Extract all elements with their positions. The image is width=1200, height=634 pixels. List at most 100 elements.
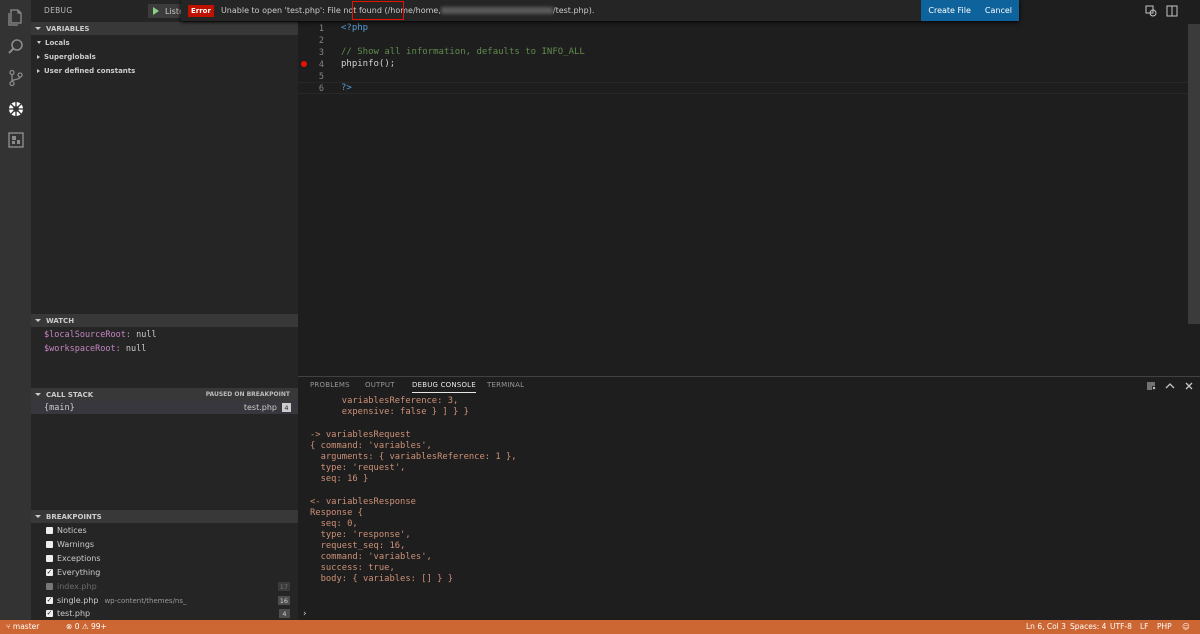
redacted-path (440, 7, 553, 14)
error-notification: Error Unable to open 'test.php': File no… (181, 0, 1019, 21)
checkbox[interactable] (46, 541, 53, 548)
clear-console-icon[interactable] (1146, 381, 1156, 391)
debug-sidebar: DEBUG Liste VARIABLES Locals Superglobal… (31, 0, 298, 620)
maximize-panel-icon[interactable] (1165, 381, 1175, 391)
line-badge: 4 (279, 609, 290, 618)
breakpoint-exceptions[interactable]: Exceptions (46, 552, 296, 565)
call-stack-section-header[interactable]: CALL STACK PAUSED ON BREAKPOINT (31, 388, 298, 401)
close-panel-icon[interactable] (1184, 381, 1194, 391)
bottom-panel: PROBLEMS OUTPUT DEBUG CONSOLE TERMINAL v… (298, 376, 1200, 620)
debug-icon[interactable] (0, 94, 31, 124)
cancel-button[interactable]: Cancel (978, 6, 1019, 15)
code-line: // Show all information, defaults to INF… (341, 47, 585, 57)
breakpoint-single-php[interactable]: single.php wp-content/themes/ns_ 16 (46, 594, 296, 607)
breakpoint-everything[interactable]: Everything (46, 566, 296, 579)
breakpoint-dot-icon[interactable] (301, 61, 307, 67)
indentation[interactable]: Spaces: 4 (1070, 622, 1106, 631)
code-editor[interactable]: 1 2 3 4 5 6 <?php // Show all informatio… (298, 0, 1200, 376)
cursor-position[interactable]: Ln 6, Col 3 (1026, 622, 1066, 631)
watch-section-header[interactable]: WATCH (31, 314, 298, 327)
editor-scrollbar[interactable] (1188, 24, 1200, 324)
code-line: phpinfo(); (341, 59, 396, 69)
open-changes-icon[interactable] (1145, 5, 1157, 17)
search-icon[interactable] (0, 32, 31, 62)
breakpoint-test-php[interactable]: test.php 4 (46, 607, 296, 620)
tab-output[interactable]: OUTPUT (365, 381, 395, 389)
checkbox[interactable] (46, 555, 53, 562)
git-branch-icon: ⑂ (6, 622, 11, 631)
scope-locals[interactable]: Locals (37, 36, 70, 49)
tab-problems[interactable]: PROBLEMS (310, 381, 350, 389)
warning-icon: ⚠ (81, 622, 89, 631)
branch-indicator[interactable]: ⑂ master (6, 622, 39, 631)
console-line: variablesReference: 3, (310, 396, 459, 406)
checkbox[interactable] (46, 583, 53, 590)
code-line: <?php (341, 23, 369, 33)
console-line: <- variablesResponse (310, 497, 416, 507)
current-line-highlight (298, 82, 1188, 94)
console-line: success: true, (310, 563, 395, 573)
expanded-icon (37, 41, 41, 44)
chevron-down-icon (35, 319, 41, 322)
console-line: seq: 0, (310, 519, 358, 529)
variables-section-header[interactable]: VARIABLES (31, 22, 298, 35)
watch-item[interactable]: $workspaceRoot: null (44, 344, 146, 354)
activity-bar (0, 0, 31, 620)
call-stack-frame[interactable]: {main} test.php 4 (31, 401, 298, 414)
status-bar: ⑂ master ⊗ 0 ⚠ 99+ Ln 6, Col 3 Spaces: 4… (0, 620, 1200, 634)
explorer-icon[interactable] (0, 2, 31, 32)
breakpoint-notices[interactable]: Notices (46, 524, 296, 537)
console-line: expensive: false } ] } } (310, 407, 469, 417)
console-input-prompt[interactable]: › (302, 609, 307, 619)
language-mode[interactable]: PHP (1157, 622, 1172, 631)
notification-actions: Create File Cancel (921, 0, 1019, 21)
breakpoints-section-header[interactable]: BREAKPOINTS (31, 510, 298, 523)
line-number: 3 (318, 48, 324, 58)
create-file-button[interactable]: Create File (921, 6, 978, 15)
console-line: type: 'request', (310, 463, 406, 473)
breakpoint-warnings[interactable]: Warnings (46, 538, 296, 551)
console-line: seq: 16 } (310, 474, 369, 484)
tab-debug-console[interactable]: DEBUG CONSOLE (412, 381, 476, 393)
frame-line-badge: 4 (282, 403, 291, 412)
line-ending[interactable]: LF (1140, 622, 1149, 631)
code-line: ?> (341, 83, 352, 93)
error-icon: ⊗ (66, 622, 73, 631)
checkbox-checked[interactable] (46, 569, 53, 576)
scope-superglobals[interactable]: Superglobals (37, 50, 96, 63)
breakpoint-index-php[interactable]: index.php 17 (46, 580, 296, 593)
checkbox[interactable] (46, 527, 53, 534)
line-number: 1 (318, 24, 324, 34)
play-icon (153, 7, 159, 15)
split-editor-icon[interactable] (1166, 5, 1178, 17)
line-badge: 17 (277, 582, 290, 591)
checkbox-checked[interactable] (46, 597, 53, 604)
console-line: request_seq: 16, (310, 541, 406, 551)
frame-file: test.php (243, 403, 277, 412)
line-badge: 16 (277, 596, 290, 605)
line-number: 2 (318, 36, 324, 46)
sidebar-title: DEBUG (44, 6, 73, 15)
feedback-icon[interactable]: ☺ (1182, 622, 1190, 631)
error-message: Unable to open 'test.php': File not foun… (220, 6, 595, 15)
console-line: arguments: { variablesReference: 1 }, (310, 452, 517, 462)
encoding[interactable]: UTF-8 (1110, 622, 1132, 631)
console-line: { command: 'variables', (310, 441, 432, 451)
chevron-down-icon (35, 515, 41, 518)
extensions-icon[interactable] (0, 125, 31, 155)
line-number: 4 (318, 60, 324, 70)
frame-name: {main} (44, 402, 75, 413)
collapsed-icon (37, 54, 40, 59)
console-line: body: { variables: [] } } (310, 574, 453, 584)
tab-terminal[interactable]: TERMINAL (487, 381, 524, 389)
checkbox-checked[interactable] (46, 610, 53, 617)
watch-item[interactable]: $localSourceRoot: null (44, 330, 157, 340)
console-line: type: 'response', (310, 530, 411, 540)
console-line: -> variablesRequest (310, 430, 411, 440)
problems-indicator[interactable]: ⊗ 0 ⚠ 99+ (66, 622, 107, 631)
chevron-down-icon (35, 393, 41, 396)
collapsed-icon (37, 68, 40, 73)
source-control-icon[interactable] (0, 63, 31, 93)
error-badge: Error (188, 4, 214, 17)
scope-user-constants[interactable]: User defined constants (37, 64, 135, 77)
